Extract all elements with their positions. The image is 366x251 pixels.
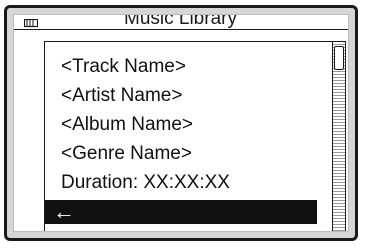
left-arrow-icon[interactable]: ← xyxy=(53,201,75,223)
back-row-selected[interactable]: ← xyxy=(45,200,317,224)
device-screen: Music Library <Track Name> <Artist Name>… xyxy=(13,14,349,232)
track-name-label: <Track Name> xyxy=(61,56,186,77)
duration-label: Duration: XX:XX:XX xyxy=(61,172,230,193)
device-frame: Music Library <Track Name> <Artist Name>… xyxy=(4,5,358,241)
artist-name-label: <Artist Name> xyxy=(61,85,183,106)
album-name-label: <Album Name> xyxy=(61,114,194,135)
track-info-popup: <Track Name> <Artist Name> <Album Name> … xyxy=(44,41,346,231)
background-title: Music Library xyxy=(124,14,237,29)
popup-scrollbar[interactable] xyxy=(332,42,345,231)
genre-name-label: <Genre Name> xyxy=(61,143,192,164)
popup-scrollbar-thumb[interactable] xyxy=(334,46,344,70)
library-icon xyxy=(24,19,38,28)
title-divider xyxy=(14,29,348,30)
